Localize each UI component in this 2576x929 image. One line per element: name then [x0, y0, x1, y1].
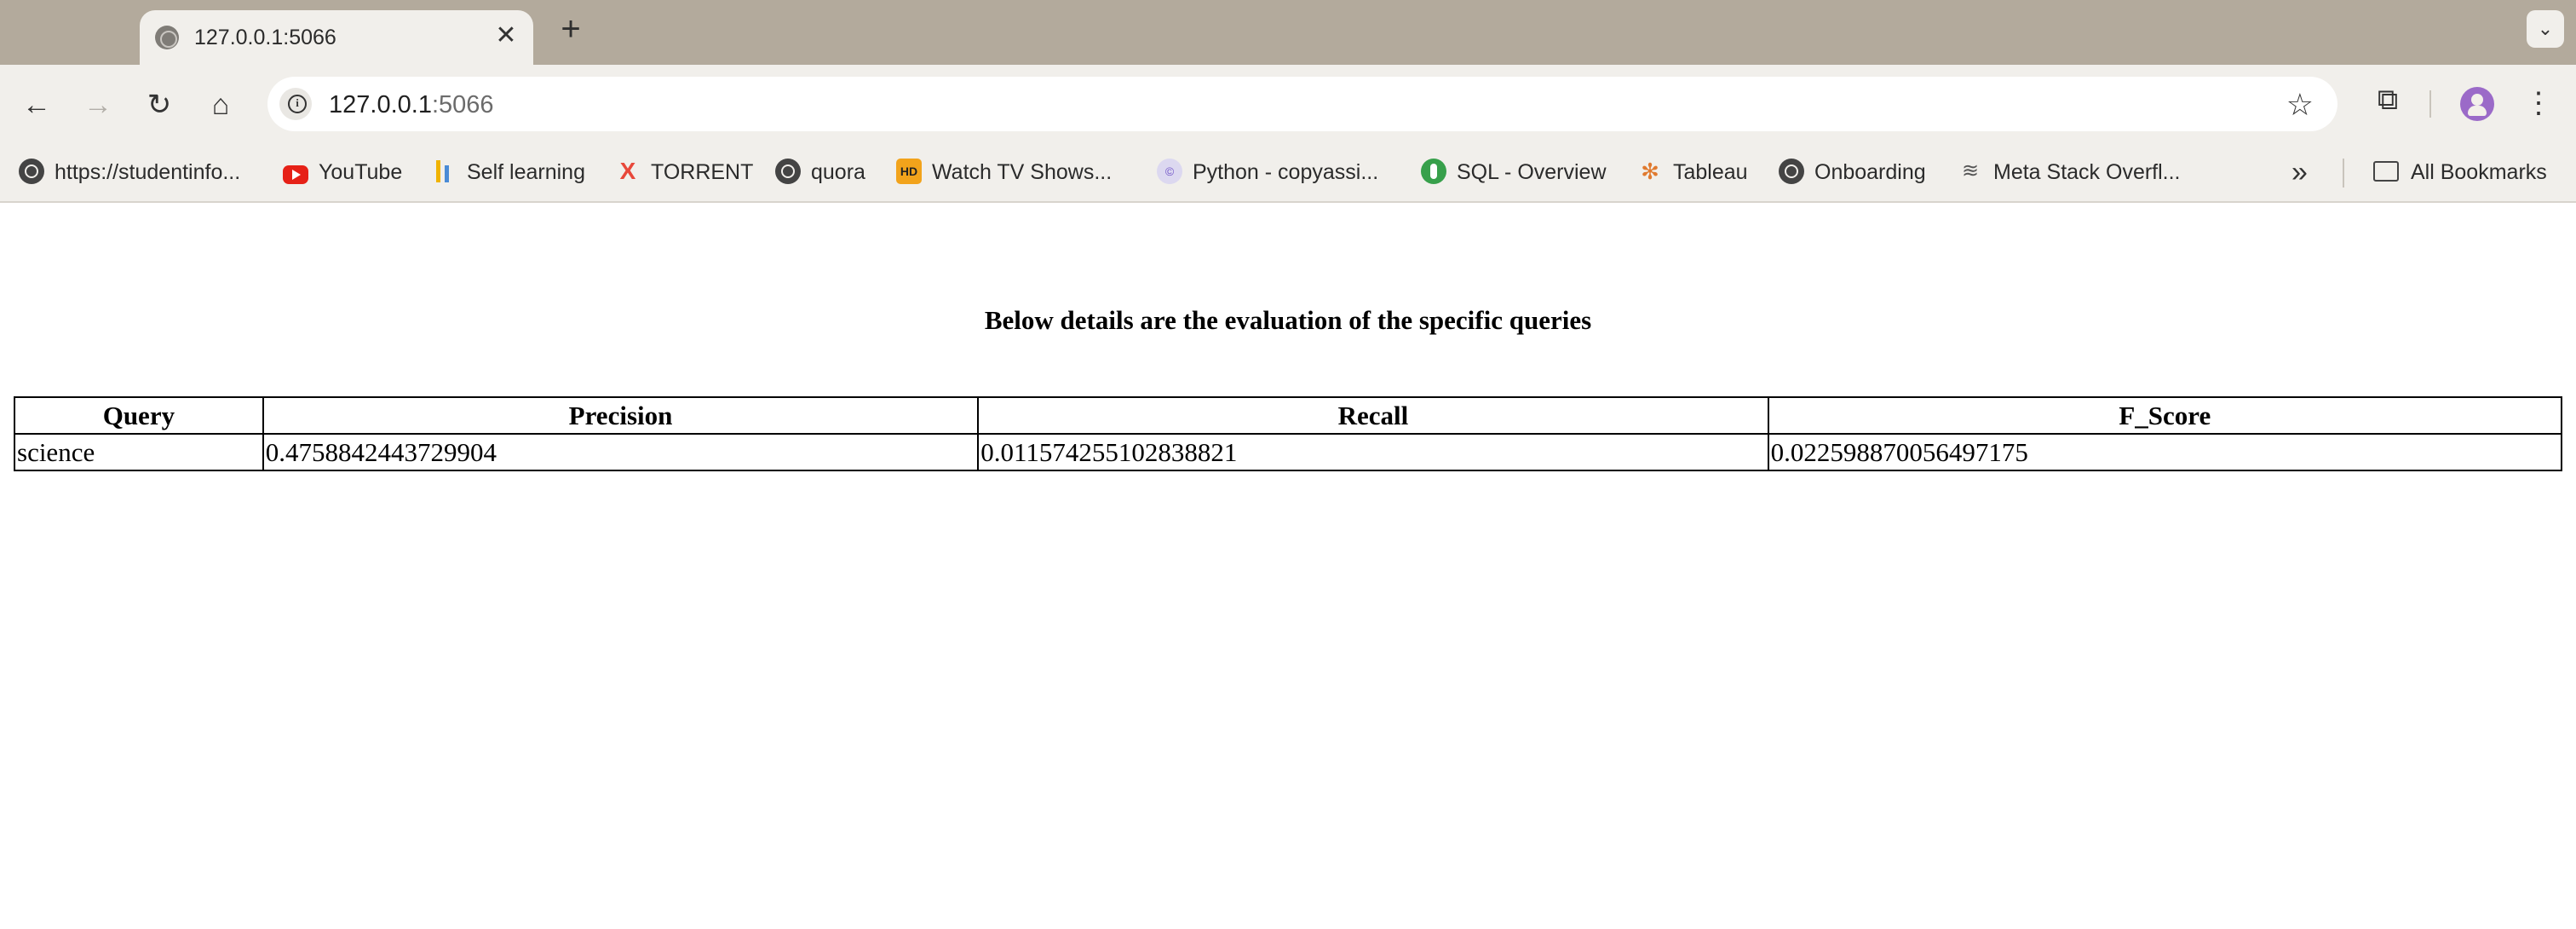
tab-search-button[interactable]: ⌄: [2527, 10, 2564, 48]
bookmark-star-icon[interactable]: ☆: [2286, 87, 2314, 123]
torrent-icon: X: [619, 158, 636, 185]
page-heading: Below details are the evaluation of the …: [984, 305, 1592, 335]
sql-icon: [1421, 159, 1446, 185]
table-header-row: Query Precision Recall F_Score: [14, 396, 2563, 435]
bookmarks-divider: [2343, 159, 2344, 188]
bookmark-label: Onboarding: [1814, 160, 1926, 184]
folder-icon: [2373, 161, 2399, 182]
address-bar[interactable]: 127.0.0.1:5066 ☆: [267, 77, 2337, 131]
bookmark-sql[interactable]: SQL - Overview: [1421, 159, 1607, 186]
bookmark-label: Meta Stack Overfl...: [1993, 160, 2181, 184]
active-tab[interactable]: 127.0.0.1:5066 ✕: [140, 10, 533, 65]
bookmarks-bar: https://studentinfo... YouTube Self lear…: [0, 143, 2576, 203]
hd-icon: HD: [896, 159, 922, 185]
profile-avatar[interactable]: [2460, 87, 2494, 121]
cell-recall: 0.011574255102838821: [977, 433, 1769, 471]
column-header-precision: Precision: [262, 396, 980, 435]
youtube-icon: [283, 165, 308, 185]
globe-icon: [1779, 159, 1804, 185]
cell-f-score: 0.022598870056497175: [1767, 433, 2563, 471]
evaluation-table: Query Precision Recall F_Score science 0…: [14, 396, 2563, 471]
browser-toolbar: ← → ↻ ⌂ 127.0.0.1:5066 ☆ ⧉ ⋮: [0, 65, 2576, 143]
toolbar-divider: [2429, 90, 2431, 118]
bookmark-label: Python - copyassi...: [1193, 160, 1379, 184]
new-tab-button[interactable]: +: [554, 10, 588, 48]
bookmark-watch-tv[interactable]: HD Watch TV Shows...: [896, 159, 1112, 186]
bookmark-onboarding[interactable]: Onboarding: [1779, 159, 1926, 186]
tableau-icon: ✻: [1641, 159, 1659, 185]
bookmark-tableau[interactable]: ✻ Tableau: [1637, 159, 1748, 186]
url-port: :5066: [431, 91, 494, 118]
more-bookmarks-button[interactable]: »: [2291, 155, 2308, 189]
browser-menu-icon[interactable]: ⋮: [2521, 84, 2556, 123]
cell-query: science: [14, 433, 264, 471]
bookmark-label: https://studentinfo...: [55, 160, 241, 184]
back-button[interactable]: ←: [17, 85, 56, 124]
bookmark-studentinfo[interactable]: https://studentinfo...: [19, 159, 240, 186]
home-button[interactable]: ⌂: [201, 85, 240, 124]
tab-strip: 127.0.0.1:5066 ✕ + ⌄: [0, 0, 2576, 65]
bookmark-quora[interactable]: quora: [775, 159, 865, 186]
site-info-icon[interactable]: [279, 88, 312, 120]
reload-button[interactable]: ↻: [140, 85, 179, 124]
column-header-recall: Recall: [977, 396, 1769, 435]
globe-icon: [19, 159, 44, 185]
bookmark-label: YouTube: [319, 160, 403, 184]
bookmark-label: quora: [811, 160, 865, 184]
cell-precision: 0.4758842443729904: [262, 433, 980, 471]
bookmark-self-learning[interactable]: Self learning: [431, 159, 585, 186]
bars-icon: [431, 159, 457, 184]
bookmark-label: Self learning: [467, 160, 585, 184]
bookmark-torrent[interactable]: X TORRENT: [615, 158, 754, 186]
tab-title: 127.0.0.1:5066: [194, 26, 336, 49]
page-content: Below details are the evaluation of the …: [0, 205, 2576, 929]
url-host: 127.0.0.1: [329, 91, 432, 118]
bookmark-meta-stack-overflow[interactable]: ≋ Meta Stack Overfl...: [1958, 159, 2181, 186]
bookmark-label: TORRENT: [651, 160, 754, 184]
extensions-icon[interactable]: ⧉: [2368, 84, 2407, 123]
column-header-query: Query: [14, 396, 264, 435]
globe-icon: [155, 26, 179, 49]
globe-icon: [775, 159, 801, 185]
all-bookmarks-label: All Bookmarks: [2411, 160, 2547, 184]
column-header-f-score: F_Score: [1767, 396, 2563, 435]
forward-button[interactable]: →: [78, 85, 118, 124]
close-tab-button[interactable]: ✕: [491, 20, 521, 51]
bookmark-python[interactable]: © Python - copyassi...: [1157, 159, 1378, 186]
python-icon: ©: [1157, 159, 1182, 185]
all-bookmarks-button[interactable]: All Bookmarks: [2373, 159, 2547, 186]
bookmark-label: Watch TV Shows...: [932, 160, 1113, 184]
bookmark-label: Tableau: [1673, 160, 1748, 184]
stackoverflow-icon: ≋: [1961, 159, 1980, 183]
url-text[interactable]: 127.0.0.1:5066: [329, 91, 494, 119]
bookmark-label: SQL - Overview: [1457, 160, 1607, 184]
bookmark-youtube[interactable]: YouTube: [283, 159, 402, 186]
table-row: science 0.4758842443729904 0.01157425510…: [14, 433, 2563, 471]
